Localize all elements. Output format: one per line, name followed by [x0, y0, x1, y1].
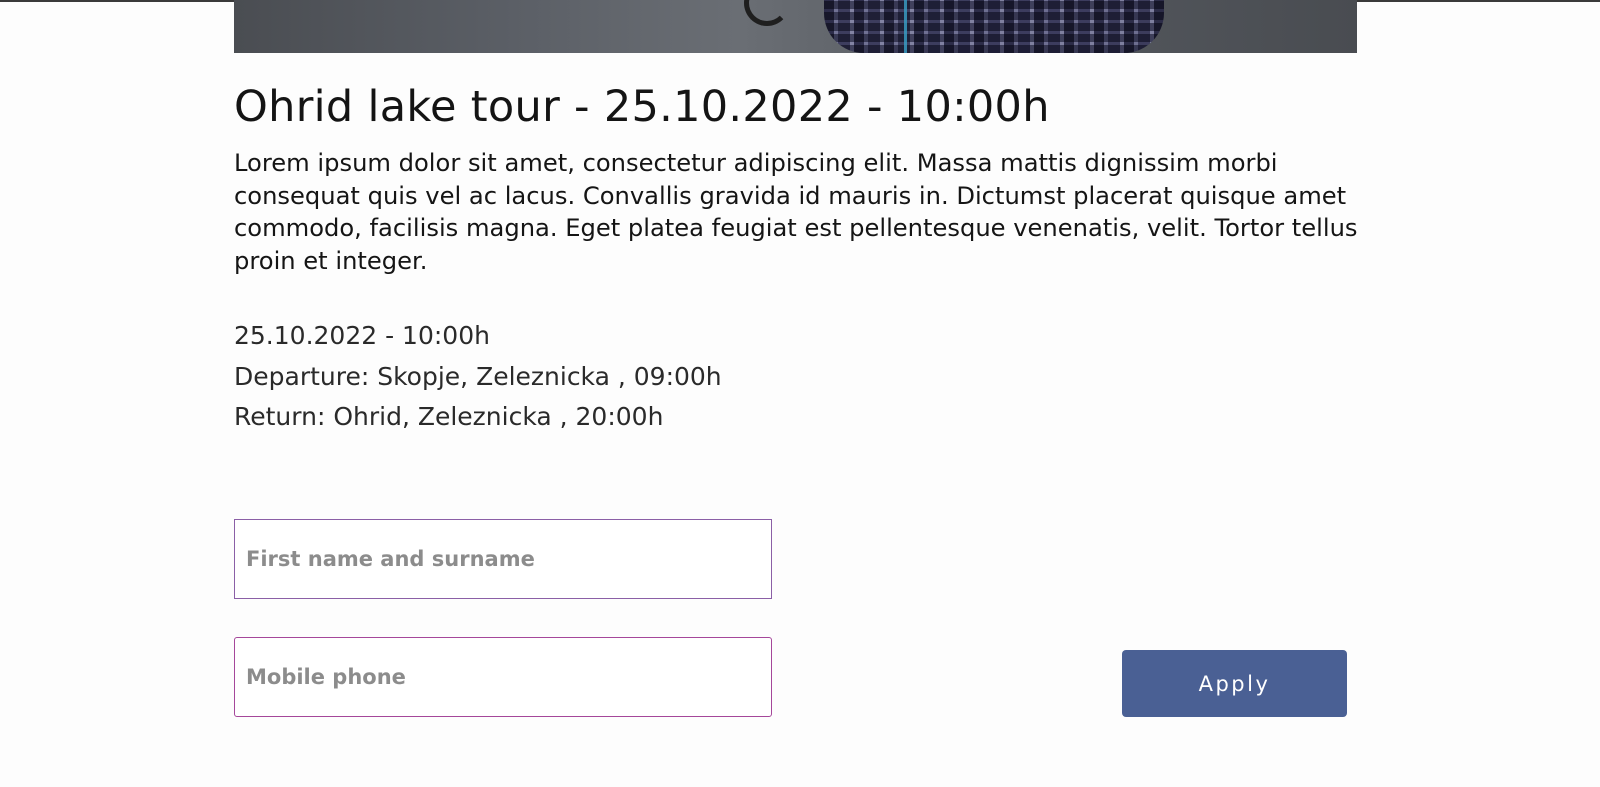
hero-image [234, 0, 1357, 53]
hero-image-shirt [824, 0, 1164, 53]
tour-return: Return: Ohrid, Zeleznicka , 20:00h [234, 402, 664, 431]
tour-date: 25.10.2022 - 10:00h [234, 321, 490, 350]
name-input[interactable] [246, 547, 771, 571]
phone-field-wrapper [234, 637, 772, 717]
tour-description: Lorem ipsum dolor sit amet, consectetur … [234, 149, 1358, 275]
name-field-wrapper [234, 519, 772, 599]
tour-info: 25.10.2022 - 10:00h Departure: Skopje, Z… [234, 316, 722, 438]
phone-input[interactable] [246, 665, 771, 689]
apply-button[interactable]: Apply [1122, 650, 1347, 717]
hero-image-strap [744, 0, 790, 26]
tour-title: Ohrid lake tour - 25.10.2022 - 10:00h [234, 82, 1050, 132]
tour-departure: Departure: Skopje, Zeleznicka , 09:00h [234, 361, 722, 391]
